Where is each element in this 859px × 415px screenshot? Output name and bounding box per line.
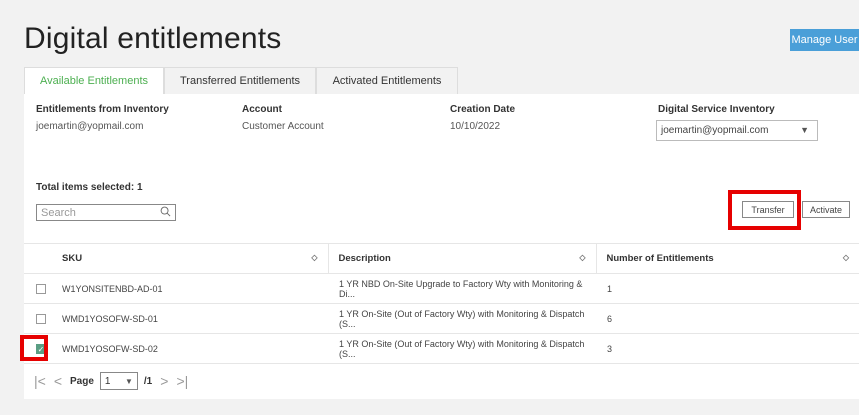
creation-date-value: 10/10/2022 [450,121,501,132]
description-cell: 1 YR On-Site (Out of Factory Wty) with M… [328,303,596,334]
tab-activated-entitlements[interactable]: Activated Entitlements [316,67,458,94]
transfer-highlight-box [728,190,801,230]
chevron-down-icon: ▼ [800,125,809,135]
last-page-icon[interactable]: >| [176,373,188,389]
page-select-value: 1 [104,375,111,387]
sku-cell: W1YONSITENBD-AD-01 [62,273,328,304]
count-cell: 1 [596,273,859,304]
inventory-info: Entitlements from Inventory joemartin@yo… [36,104,169,132]
count-header-label: Number of Entitlements [606,253,714,264]
service-inventory-select[interactable]: joemartin@yopmail.com ▼ [656,120,818,141]
description-header-label: Description [338,253,391,264]
prev-page-icon[interactable]: < [54,373,62,389]
inventory-value: joemartin@yopmail.com [36,121,144,132]
description-cell: 1 YR On-Site (Out of Factory Wty) with M… [328,333,596,364]
account-value: Customer Account [242,121,324,132]
row-checkbox[interactable] [36,283,46,294]
description-column-header[interactable]: Description ◇ [327,243,596,274]
count-cell: 6 [596,303,859,334]
sort-icon[interactable]: ◇ [579,253,585,262]
table-header-row: SKU ◇ Description ◇ Number of Entitlemen… [24,243,859,274]
search-placeholder: Search [41,206,76,219]
search-icon[interactable] [160,206,171,217]
chevron-down-icon: ▼ [124,377,133,386]
row-checkbox-cell [24,303,62,334]
sku-cell: WMD1YOSOFW-SD-01 [62,303,328,334]
inventory-label: Entitlements from Inventory [36,104,169,115]
count-column-header[interactable]: Number of Entitlements ◇ [595,243,859,274]
tab-available-entitlements[interactable]: Available Entitlements [24,67,164,94]
sort-icon[interactable]: ◇ [843,253,849,262]
creation-date-label: Creation Date [450,104,516,115]
row-checkbox-cell [24,273,62,304]
first-page-icon[interactable]: |< [34,373,46,389]
tab-transferred-entitlements[interactable]: Transferred Entitlements [164,67,316,94]
select-column-header [24,243,62,274]
total-pages: /1 [143,375,153,387]
page-title: Digital entitlements [24,22,282,55]
total-selected: Total items selected: 1 [36,182,143,193]
service-inventory-label: Digital Service Inventory [658,104,775,115]
account-label: Account [242,104,282,115]
manage-user-button[interactable]: Manage User [790,29,859,51]
entitlements-table: SKU ◇ Description ◇ Number of Entitlemen… [24,243,859,364]
service-inventory-info: Digital Service Inventory [658,104,775,121]
activate-button[interactable]: Activate [802,201,850,218]
sku-header-label: SKU [62,253,83,264]
table-row: ✓ WMD1YOSOFW-SD-02 1 YR On-Site (Out of … [24,333,859,364]
next-page-icon[interactable]: > [160,373,168,389]
pagination: |< < Page 1 ▼ /1 > >| [34,372,196,390]
table-row: W1YONSITENBD-AD-01 1 YR NBD On-Site Upgr… [24,273,859,304]
service-inventory-value: joemartin@yopmail.com [661,125,769,136]
table-row: WMD1YOSOFW-SD-01 1 YR On-Site (Out of Fa… [24,303,859,334]
creation-date-info: Creation Date 10/10/2022 [450,104,515,132]
search-input[interactable]: Search [36,204,176,221]
sku-cell: WMD1YOSOFW-SD-02 [62,333,328,364]
page-label: Page [70,375,94,387]
page-select[interactable]: 1 ▼ [99,372,138,390]
row-checkbox[interactable] [36,313,46,324]
account-info: Account Customer Account [242,104,324,132]
checkbox-highlight-box [20,335,48,361]
sort-icon[interactable]: ◇ [311,253,317,262]
tab-bar: Available Entitlements Transferred Entit… [24,67,458,94]
entitlements-panel: Entitlements from Inventory joemartin@yo… [20,94,859,399]
description-cell: 1 YR NBD On-Site Upgrade to Factory Wty … [328,273,596,304]
count-cell: 3 [596,333,859,364]
sku-column-header[interactable]: SKU ◇ [62,243,328,274]
